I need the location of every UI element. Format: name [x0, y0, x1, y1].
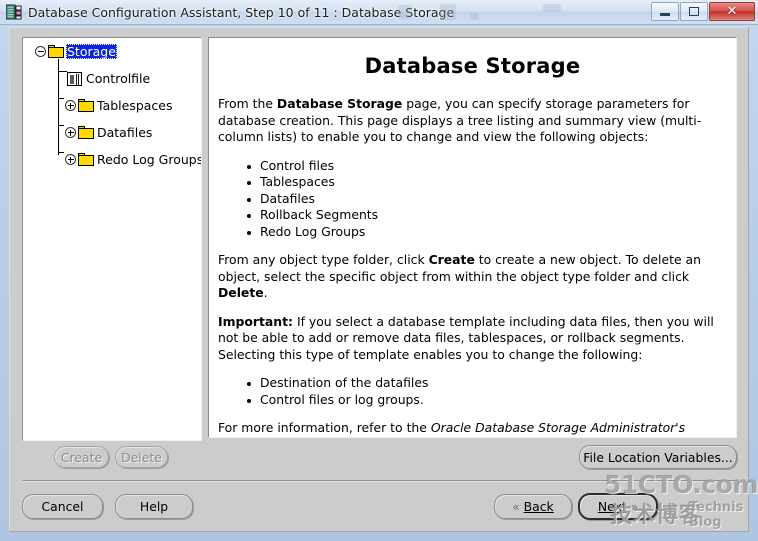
list-item: Control files or log groups.	[247, 392, 727, 409]
folder-icon	[78, 126, 94, 139]
window-controls: ✕	[651, 2, 755, 21]
cancel-button-label: Cancel	[41, 499, 84, 514]
tree-node-label: Redo Log Groups	[97, 152, 202, 167]
create-button-label: Create	[60, 449, 103, 465]
list-item: Destination of the datafiles	[247, 375, 727, 392]
storage-tree-panel[interactable]: Storage Controlfile Tablespaces Datafile…	[22, 37, 202, 441]
next-button[interactable]: Next »	[578, 493, 658, 520]
cancel-button[interactable]: Cancel	[22, 494, 103, 519]
cd-bold-create: Create	[428, 252, 475, 267]
titlebar-artifact-4	[543, 4, 561, 12]
tree-node-label: Datafiles	[97, 125, 153, 140]
maximize-button[interactable]	[680, 2, 708, 21]
next-button-label: Next	[597, 499, 627, 514]
close-button[interactable]: ✕	[709, 2, 755, 21]
maximize-icon	[689, 7, 699, 16]
file-location-variables-button[interactable]: File Location Variables...	[579, 445, 737, 469]
tree-connector-vertical	[58, 59, 59, 155]
list-item: Redo Log Groups	[247, 224, 727, 241]
delete-button[interactable]: Delete	[115, 446, 168, 468]
intro-bold: Database Storage	[276, 96, 403, 111]
important-label: Important:	[218, 313, 293, 329]
help-button-label: Help	[139, 499, 169, 514]
tree-node-redo-log-groups[interactable]: Redo Log Groups	[64, 152, 202, 167]
back-button[interactable]: « Back	[494, 494, 572, 519]
object-type-list: Control files Tablespaces Datafiles Roll…	[218, 158, 727, 241]
plus-expander-icon[interactable]	[64, 99, 77, 112]
minimize-icon	[660, 13, 670, 16]
back-button-label: Back	[523, 499, 554, 514]
tree-node-storage[interactable]: Storage	[34, 44, 117, 59]
tree-node-label: Tablespaces	[97, 98, 173, 113]
moreinfo-suffix: .	[254, 437, 258, 438]
changeable-items-list: Destination of the datafiles Control fil…	[218, 375, 727, 408]
list-item: Datafiles	[247, 191, 727, 208]
tree-node-label: Storage	[66, 44, 117, 59]
tree-node-tablespaces[interactable]: Tablespaces	[64, 98, 174, 113]
list-item: Control files	[247, 158, 727, 175]
minus-expander-icon[interactable]	[34, 45, 47, 58]
intro-paragraph: From the Database Storage page, you can …	[218, 96, 727, 146]
window-title: Database Configuration Assistant, Step 1…	[28, 4, 455, 20]
chevron-right-icon: »	[630, 499, 639, 514]
create-delete-paragraph: From any object type folder, click Creat…	[218, 252, 727, 302]
footer-separator	[23, 480, 738, 481]
minimize-button[interactable]	[651, 2, 679, 21]
folder-icon	[78, 153, 94, 166]
tree-node-datafiles[interactable]: Datafiles	[64, 125, 153, 140]
tree-node-label: Controlfile	[86, 71, 151, 86]
delete-button-label: Delete	[121, 449, 162, 465]
client-area: Storage Controlfile Tablespaces Datafile…	[9, 27, 749, 532]
create-button[interactable]: Create	[54, 446, 109, 468]
tree-node-controlfile[interactable]: Controlfile	[67, 71, 151, 86]
folder-icon	[78, 99, 94, 112]
cd-part3: .	[263, 285, 268, 300]
list-item: Rollback Segments	[247, 207, 727, 224]
titlebar-artifact-3	[470, 13, 478, 20]
plus-expander-icon[interactable]	[64, 153, 77, 166]
close-icon: ✕	[726, 4, 738, 19]
moreinfo-prefix: For more information, refer to the	[218, 420, 431, 435]
cd-bold-delete: Delete	[218, 285, 264, 300]
cd-part1: From any object type folder, click	[218, 252, 429, 267]
plus-expander-icon[interactable]	[64, 126, 77, 139]
content-panel: Database Storage From the Database Stora…	[208, 37, 737, 438]
help-button[interactable]: Help	[115, 494, 193, 519]
database-app-icon	[5, 4, 22, 20]
file-location-variables-label: File Location Variables...	[583, 449, 733, 465]
important-text: If you select a database template includ…	[218, 313, 714, 362]
application-window: Database Configuration Assistant, Step 1…	[0, 0, 758, 541]
more-info-paragraph: For more information, refer to the Oracl…	[218, 420, 727, 438]
tree-connector-h-1	[58, 71, 67, 72]
important-paragraph: Important: If you select a database temp…	[218, 314, 727, 364]
page-title: Database Storage	[364, 54, 581, 78]
folder-icon	[48, 45, 64, 58]
list-item: Tablespaces	[247, 174, 727, 191]
controlfile-icon	[67, 71, 82, 86]
title-bar[interactable]: Database Configuration Assistant, Step 1…	[0, 0, 758, 25]
chevron-left-icon: «	[512, 499, 520, 514]
intro-prefix: From the	[218, 96, 277, 111]
